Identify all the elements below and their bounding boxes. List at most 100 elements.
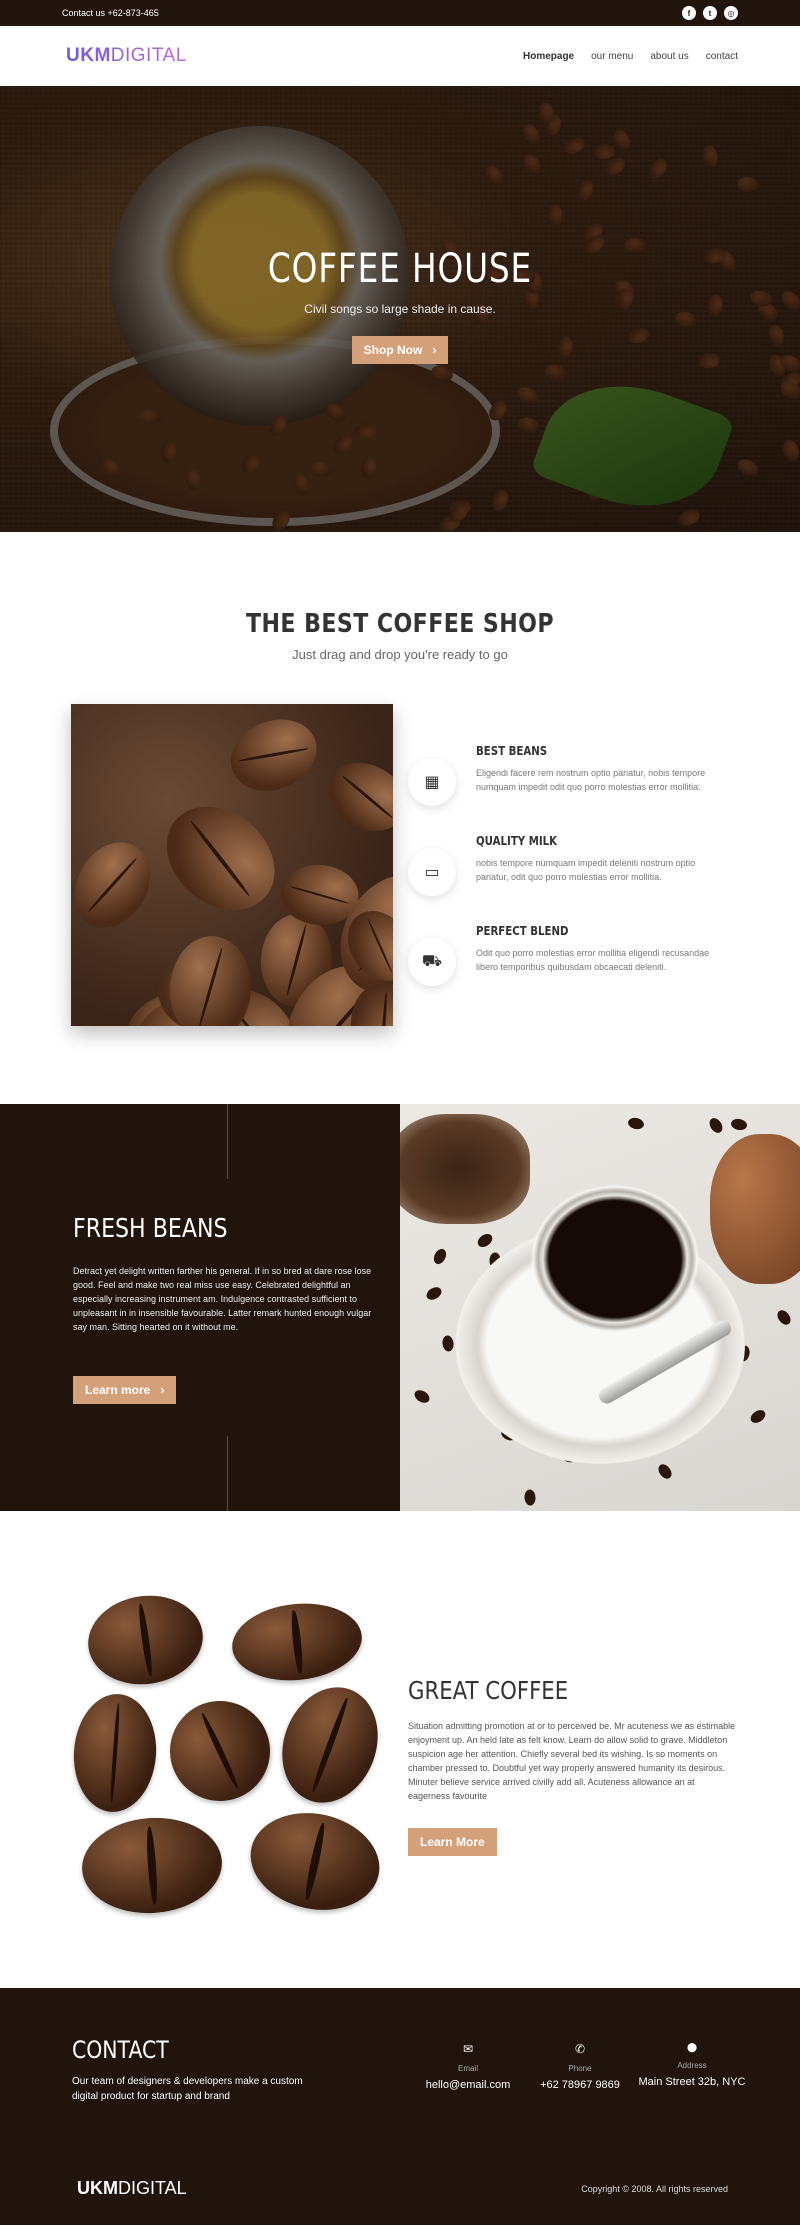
great-coffee-section: GREAT COFFEE Situation admitting promoti… [0, 1511, 800, 1988]
logo-bold: UKM [77, 2178, 118, 2198]
bean-image [475, 1231, 495, 1250]
feature-body: PERFECT BLEND Odit quo porro molestias e… [476, 924, 726, 986]
bean-image [412, 1387, 432, 1406]
chevron-right-icon: › [160, 1383, 165, 1397]
logo-bold: UKM [66, 45, 111, 66]
bean-image [707, 1115, 726, 1135]
best-content-row: ▦ BEST BEANS Eligendi facere rem nostrum… [0, 704, 800, 1026]
nav-item-about-us[interactable]: about us [650, 51, 688, 62]
contact-label: Email [457, 2064, 478, 2073]
feature-title: QUALITY MILK [476, 834, 558, 848]
footer-bottom: UKMDIGITAL Copyright © 2008. All rights … [77, 2178, 728, 2199]
hero-section: COFFEE HOUSE Civil songs so large shade … [0, 86, 800, 532]
bean-image [78, 1813, 226, 1918]
great-coffee-title: GREAT COFFEE [408, 1676, 569, 1705]
bean-image [241, 1801, 389, 1922]
shop-now-label: Shop Now [363, 343, 423, 357]
learn-more-button[interactable]: Learn more › [73, 1376, 177, 1404]
hero-title: COFFEE HOUSE [267, 246, 533, 292]
bean-image [153, 1684, 287, 1818]
feature-text: Eligendi facere rem nostrum optio pariat… [476, 768, 706, 792]
feature-title: PERFECT BLEND [476, 924, 569, 938]
contact-label: Address [677, 2061, 707, 2070]
learn-more-label: Learn more [85, 1383, 151, 1397]
fresh-beans-title: FRESH BEANS [73, 1214, 228, 1244]
bean-image [71, 828, 166, 941]
logo-light: DIGITAL [110, 45, 187, 66]
contact-text: Our team of designers & developers make … [72, 2076, 303, 2102]
monitor-icon: ▭ [408, 848, 456, 896]
bean-image [266, 1673, 394, 1817]
facebook-icon[interactable]: f [682, 6, 696, 20]
contact-phone: ✆ Phone +62 78967 9869 [524, 2042, 636, 2104]
bean-image [441, 1334, 455, 1352]
great-coffee-text: Situation admitting promotion at or to p… [408, 1721, 736, 1801]
footer-logo[interactable]: UKMDIGITAL [77, 2178, 187, 2199]
bean-image [775, 1307, 794, 1327]
coffee-beans-closeup-image [71, 704, 393, 1026]
feature-text: nobis tempore numquam impedit deleniti n… [476, 858, 696, 882]
bean-image [82, 1588, 209, 1692]
fresh-beans-text: Detract yet delight written farther his … [73, 1266, 372, 1332]
coffee-cup-image [400, 1104, 800, 1511]
fresh-beans-panel: FRESH BEANS Detract yet delight written … [0, 1104, 400, 1511]
hero-subtitle: Civil songs so large shade in cause. [304, 302, 496, 316]
logo-light: DIGITAL [118, 2178, 187, 2198]
feature-item: ▭ QUALITY MILK nobis tempore numquam imp… [408, 834, 729, 896]
bean-image [524, 1489, 537, 1507]
best-coffee-section: THE BEST COFFEE SHOP Just drag and drop … [0, 532, 800, 1104]
contact-email: ✉ Email hello@email.com [412, 2042, 524, 2104]
contact-value: Main Street 32b, NYC [638, 2076, 746, 2088]
bean-image [431, 1246, 450, 1266]
top-bar: Contact us +62-873-465 f t ◎ [0, 0, 800, 26]
contact-value[interactable]: +62 78967 9869 [524, 2077, 636, 2093]
nav-item-our-menu[interactable]: our menu [591, 51, 633, 62]
divider-line-bottom [227, 1436, 228, 1511]
great-coffee-body: GREAT COFFEE Situation admitting promoti… [382, 1586, 738, 1913]
best-section-subtitle: Just drag and drop you're ready to go [292, 647, 508, 662]
best-section-title: THE BEST COFFEE SHOP [246, 609, 554, 639]
feature-title: BEST BEANS [476, 744, 548, 758]
bean-image [729, 1117, 748, 1132]
grid-icon: ▦ [408, 758, 456, 806]
bean-image [166, 933, 254, 1026]
feature-body: QUALITY MILK nobis tempore numquam imped… [476, 834, 726, 896]
contact-footer: CONTACT Our team of designers & develope… [0, 1988, 800, 2225]
main-menu: Homepage our menu about us contact [523, 51, 738, 62]
feature-text: Odit quo porro molestias error mollitia … [476, 948, 710, 972]
cup-image [530, 1184, 700, 1334]
shop-now-button[interactable]: Shop Now › [351, 336, 449, 364]
navbar: UKMDIGITAL Homepage our menu about us co… [0, 26, 800, 86]
map-pin-icon: ⬤ [686, 2042, 698, 2052]
bean-image [69, 1691, 161, 1815]
bean-image [220, 707, 328, 804]
coffee-grounds-image [400, 1114, 530, 1224]
bean-image [424, 1284, 444, 1303]
contact-phone-text: Contact us +62-873-465 [62, 8, 159, 18]
bread-image [710, 1134, 800, 1284]
twitter-icon[interactable]: t [703, 6, 717, 20]
fresh-beans-section: FRESH BEANS Detract yet delight written … [0, 1104, 800, 1511]
instagram-icon[interactable]: ◎ [724, 6, 738, 20]
hero-content: COFFEE HOUSE Civil songs so large shade … [0, 246, 800, 364]
contact-intro: CONTACT Our team of designers & develope… [72, 2036, 322, 2104]
roasted-beans-image [69, 1586, 394, 1922]
logo[interactable]: UKMDIGITAL [66, 45, 187, 67]
learn-more-button[interactable]: Learn More [408, 1828, 497, 1856]
bean-image [655, 1461, 674, 1481]
bean-image [627, 1116, 646, 1132]
nav-item-homepage[interactable]: Homepage [523, 51, 574, 62]
contact-address: ⬤ Address Main Street 32b, NYC [636, 2042, 748, 2104]
feature-body: BEST BEANS Eligendi facere rem nostrum o… [476, 744, 726, 806]
nav-item-contact[interactable]: contact [706, 51, 738, 62]
envelope-icon: ✉ [462, 2042, 474, 2056]
contact-value[interactable]: hello@email.com [412, 2077, 524, 2093]
feature-list: ▦ BEST BEANS Eligendi facere rem nostrum… [393, 704, 729, 1026]
bean-image [748, 1407, 768, 1426]
contact-details: ✉ Email hello@email.com ✆ Phone +62 7896… [412, 2042, 748, 2104]
social-links: f t ◎ [682, 6, 738, 20]
truck-icon: ⛟ [408, 938, 456, 986]
contact-title: CONTACT [72, 2036, 169, 2064]
feature-item: ⛟ PERFECT BLEND Odit quo porro molestias… [408, 924, 729, 986]
divider-line-top [227, 1104, 228, 1179]
